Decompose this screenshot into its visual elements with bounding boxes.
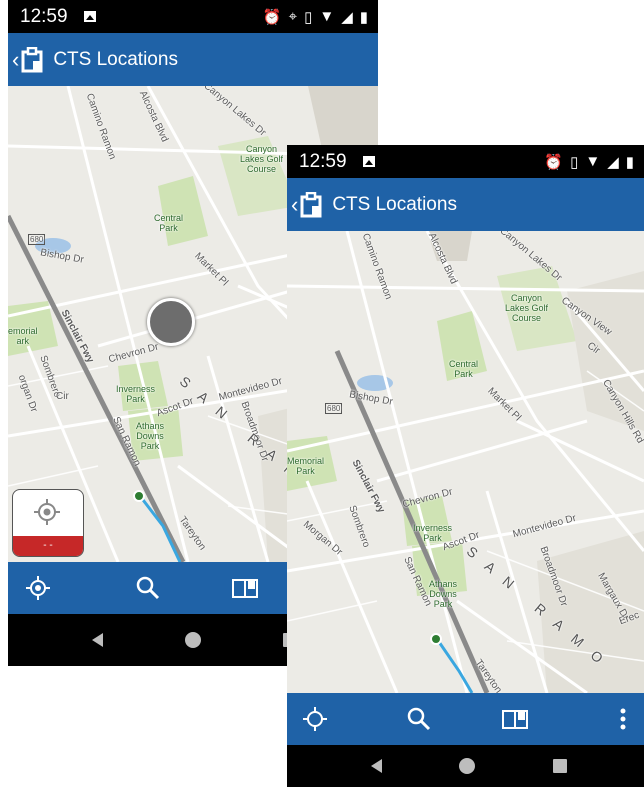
- vibrate-icon: ▯: [570, 153, 579, 171]
- status-bar: 12:59 ⏰ ▯ ▼ ◢ ▮: [287, 145, 644, 178]
- image-notification-icon: [83, 11, 96, 22]
- map-label-athans: Athans Downs Park: [136, 421, 165, 451]
- nav-back-button[interactable]: [78, 614, 118, 666]
- bottom-toolbar: [287, 693, 644, 745]
- map-label-golf-course: Canyon Lakes Golf Course: [240, 144, 284, 174]
- app-bar: ‹ CTS Locations: [287, 178, 644, 231]
- recents-square-icon: [553, 759, 567, 773]
- nav-home-button[interactable]: [447, 745, 487, 787]
- status-bar: 12:59 ⏰ ⌖ ▯ ▼ ◢ ▮: [8, 0, 378, 33]
- battery-icon: ▮: [359, 8, 368, 26]
- search-icon: [136, 576, 160, 600]
- app-title: CTS Locations: [332, 193, 457, 215]
- app-logo-icon[interactable]: [300, 191, 322, 218]
- app-bar: ‹ CTS Locations: [8, 33, 378, 86]
- home-circle-icon: [185, 632, 201, 648]
- overflow-menu-icon: [620, 708, 626, 730]
- android-nav-bar: [287, 745, 644, 787]
- status-icons: ⏰ ▯ ▼ ◢ ▮: [544, 153, 634, 171]
- locate-icon: [303, 707, 327, 731]
- vibrate-icon: ▯: [304, 8, 313, 26]
- back-triangle-icon: [371, 759, 382, 773]
- map-label-central-park: Central Park: [449, 359, 479, 379]
- phone-screen-front: 12:59 ⏰ ▯ ▼ ◢ ▮ ‹ CTS Locations Camino R…: [287, 145, 644, 787]
- wifi-icon: ▼: [585, 153, 601, 170]
- home-circle-icon: [459, 758, 475, 774]
- wifi-icon: ▼: [319, 8, 335, 25]
- map-view[interactable]: Camino Ramon Alcosta Blvd Canyon Lakes D…: [287, 231, 644, 693]
- map-canvas: [287, 231, 644, 693]
- locate-button[interactable]: [18, 562, 58, 614]
- app-logo-icon[interactable]: [21, 46, 43, 73]
- map-label-inverness: Inverness Park: [116, 384, 156, 404]
- map-label-central-park: Central Park: [154, 213, 184, 233]
- battery-icon: ▮: [625, 153, 634, 171]
- locate-icon: [26, 576, 50, 600]
- map-book-button[interactable]: [225, 562, 265, 614]
- status-time: 12:59: [20, 5, 68, 27]
- image-notification-icon: [362, 156, 375, 167]
- map-label-memorial: emorial ark: [8, 326, 38, 346]
- location-status-text: - -: [13, 536, 83, 556]
- locate-button[interactable]: [295, 693, 335, 745]
- back-chevron-icon[interactable]: ‹: [12, 47, 19, 73]
- status-time: 12:59: [299, 150, 347, 172]
- signal-icon: ◢: [341, 8, 353, 26]
- back-triangle-icon: [92, 633, 103, 647]
- overflow-menu-button[interactable]: [603, 693, 643, 745]
- nav-back-button[interactable]: [357, 745, 397, 787]
- location-status-card[interactable]: - -: [12, 489, 84, 557]
- alarm-icon: ⏰: [262, 8, 282, 26]
- search-button[interactable]: [399, 693, 439, 745]
- map-label-hwy-680: 680: [325, 403, 343, 414]
- map-book-icon: [232, 579, 258, 598]
- map-label-memorial: Memorial Park: [287, 456, 325, 476]
- location-pin[interactable]: [147, 298, 195, 346]
- location-icon: ⌖: [288, 8, 298, 25]
- signal-icon: ◢: [607, 153, 619, 171]
- search-icon: [407, 707, 431, 731]
- search-button[interactable]: [128, 562, 168, 614]
- nav-recents-button[interactable]: [540, 745, 580, 787]
- map-book-button[interactable]: [495, 693, 535, 745]
- gps-target-icon: [34, 499, 60, 525]
- status-icons: ⏰ ⌖ ▯ ▼ ◢ ▮: [263, 8, 368, 26]
- map-label-athans: Athans Downs Park: [429, 579, 458, 609]
- map-label-cir: Cir: [56, 391, 69, 402]
- alarm-icon: ⏰: [544, 153, 564, 171]
- back-chevron-icon[interactable]: ‹: [291, 192, 298, 218]
- nav-home-button[interactable]: [173, 614, 213, 666]
- map-label-hwy-680: 680: [28, 234, 46, 245]
- map-book-icon: [502, 710, 528, 729]
- app-title: CTS Locations: [53, 48, 178, 70]
- map-label-golf-course: Canyon Lakes Golf Course: [505, 293, 549, 323]
